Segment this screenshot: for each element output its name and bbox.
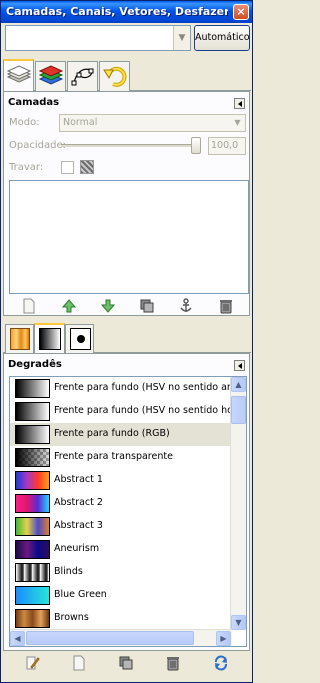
lower-dock-tabs (3, 323, 251, 353)
raise-layer-icon[interactable] (61, 298, 77, 314)
gradient-swatch (15, 448, 50, 467)
scroll-right-icon[interactable]: ▶ (216, 631, 231, 646)
gradients-panel-title: Degradês (8, 359, 62, 370)
scrollbar-thumb[interactable] (26, 631, 194, 645)
tab-patterns[interactable] (5, 324, 34, 353)
gradient-label: Browns (54, 612, 89, 623)
scrollbar-thumb[interactable] (231, 396, 246, 424)
gradient-label: Abstract 2 (54, 497, 103, 508)
dock-window: Camadas, Canais, Vetores, Desfazer - T..… (0, 0, 253, 683)
mode-select[interactable]: Normal ▼ (59, 114, 246, 132)
brush-icon (70, 328, 91, 350)
gradient-list-item[interactable]: Browns (10, 607, 232, 630)
horizontal-scrollbar[interactable]: ◀ ▶ (10, 629, 232, 646)
gradients-panel: Degradês Frente para fundo (HSV no senti… (3, 353, 250, 651)
gradient-swatch (15, 563, 50, 582)
gradient-label: Frente para fundo (HSV no sentido anti-h… (54, 382, 230, 393)
layers-panel: Camadas Modo: Normal ▼ Opacidade: 100,0 … (3, 91, 250, 316)
gradient-swatch (15, 609, 50, 628)
gradient-swatch (15, 494, 50, 513)
gradient-swatch (15, 586, 50, 605)
tab-gradients[interactable] (34, 323, 65, 353)
lock-alpha-checkbox[interactable] (80, 160, 94, 174)
tab-brushes[interactable] (65, 324, 94, 353)
gradient-swatch (15, 425, 50, 444)
lock-label: Travar: (9, 162, 44, 173)
gradient-swatch (15, 471, 50, 490)
opacity-spin[interactable]: 100,0 (208, 137, 246, 155)
scroll-left-icon[interactable]: ◀ (10, 631, 25, 646)
gradient-list[interactable]: Frente para fundo (HSV no sentido anti-h… (9, 376, 247, 647)
gradient-label: Blue Green (54, 589, 107, 600)
gradient-list-item[interactable]: Abstract 1 (10, 469, 232, 492)
image-selector-row: ▼ Automático (3, 25, 251, 53)
panel-menu-icon[interactable] (234, 360, 245, 371)
layers-icon (6, 65, 32, 83)
edit-gradient-icon[interactable] (24, 655, 40, 671)
layer-list[interactable] (9, 180, 249, 294)
auto-button[interactable]: Automático (194, 25, 250, 51)
tab-channels[interactable] (35, 61, 66, 91)
undo-icon (103, 66, 127, 87)
delete-layer-icon[interactable] (218, 298, 234, 314)
chevron-down-icon: ▼ (234, 118, 241, 127)
gradient-swatch (15, 379, 50, 398)
window-title: Camadas, Canais, Vetores, Desfazer - T..… (6, 5, 228, 18)
duplicate-gradient-icon[interactable] (118, 655, 134, 671)
scroll-down-icon[interactable]: ▼ (231, 615, 246, 630)
layers-button-bar (4, 296, 249, 316)
gradient-label: Abstract 1 (54, 474, 103, 485)
vertical-scrollbar[interactable]: ▲ ▼ (230, 377, 246, 630)
gradient-list-item[interactable]: Abstract 3 (10, 515, 232, 538)
tab-layers[interactable] (3, 59, 34, 91)
mode-value: Normal (63, 117, 98, 128)
panel-menu-icon[interactable] (234, 98, 245, 109)
gradient-label: Abstract 3 (54, 520, 103, 531)
gradients-icon (39, 328, 61, 350)
gradient-list-item[interactable]: Frente para transparente (10, 446, 232, 469)
lock-pixels-checkbox[interactable] (61, 161, 74, 174)
gradient-list-item[interactable]: Blinds (10, 561, 232, 584)
tab-undo[interactable] (99, 61, 130, 91)
duplicate-layer-icon[interactable] (139, 298, 155, 314)
gradient-list-item[interactable]: Frente para fundo (RGB) (10, 423, 232, 446)
gradient-swatch (15, 540, 50, 559)
opacity-slider-thumb[interactable] (191, 137, 201, 154)
opacity-label: Opacidade: (9, 140, 66, 151)
mode-label: Modo: (9, 117, 40, 128)
layers-panel-title: Camadas (8, 97, 60, 108)
gradient-list-item[interactable]: Aneurism (10, 538, 232, 561)
gradients-button-bar (3, 653, 250, 673)
paths-icon (71, 68, 94, 86)
gradient-list-item[interactable]: Frente para fundo (HSV no sentido anti-h… (10, 377, 232, 400)
image-selector[interactable]: ▼ (5, 25, 191, 51)
gradient-list-item[interactable]: Frente para fundo (HSV no sentido horári… (10, 400, 232, 423)
patterns-icon (10, 328, 30, 350)
gradient-list-item[interactable]: Blue Green (10, 584, 232, 607)
anchor-layer-icon[interactable] (178, 298, 194, 314)
new-gradient-icon[interactable] (71, 655, 87, 671)
gradient-label: Frente para fundo (RGB) (54, 428, 170, 439)
gradient-list-item[interactable]: Abstract 2 (10, 492, 232, 515)
gradient-label: Aneurism (54, 543, 100, 554)
delete-gradient-icon[interactable] (165, 655, 181, 671)
chevron-down-icon[interactable]: ▼ (173, 26, 190, 50)
opacity-slider[interactable] (61, 144, 198, 147)
opacity-value: 100,0 (211, 140, 239, 151)
gradient-label: Frente para transparente (54, 451, 173, 462)
gradient-label: Blinds (54, 566, 83, 577)
gradient-label: Frente para fundo (HSV no sentido horári… (54, 405, 230, 416)
dock-tabs (3, 59, 251, 91)
title-bar[interactable]: Camadas, Canais, Vetores, Desfazer - T..… (1, 1, 252, 23)
channels-icon (38, 65, 64, 85)
lower-layer-icon[interactable] (100, 298, 116, 314)
tab-paths[interactable] (67, 61, 98, 91)
gradient-swatch (15, 517, 50, 536)
close-button[interactable]: × (233, 4, 249, 20)
gradient-swatch (15, 402, 50, 421)
scroll-up-icon[interactable]: ▲ (231, 377, 246, 392)
refresh-gradients-icon[interactable] (213, 655, 229, 671)
new-layer-icon[interactable] (21, 298, 37, 314)
